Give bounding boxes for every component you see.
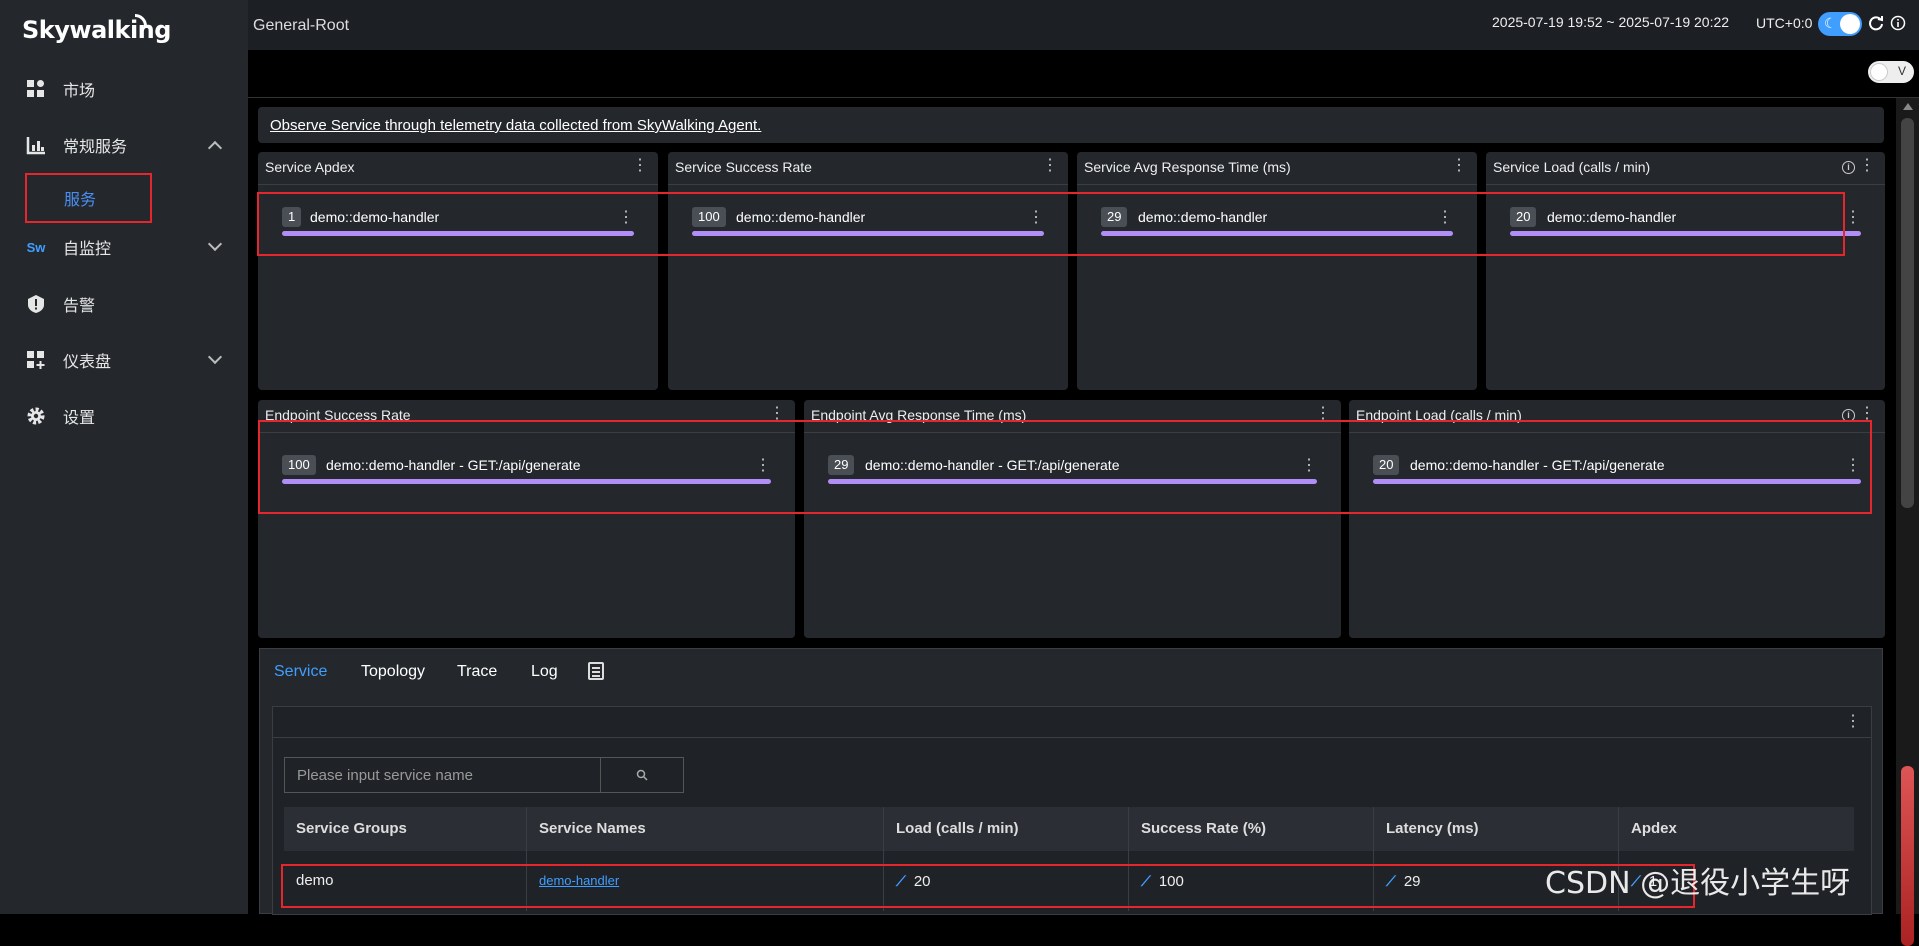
panel-title: Service Apdex: [265, 159, 355, 175]
intro-banner: Observe Service through telemetry data c…: [258, 107, 1884, 143]
watermark: CSDN @退役小学生呀: [1545, 866, 1851, 901]
sidebar-item-label: 设置: [63, 410, 96, 427]
sidebar-item-label: 告警: [63, 298, 96, 315]
app-logo[interactable]: Skywalking: [22, 16, 171, 44]
refresh-icon[interactable]: [1866, 13, 1886, 33]
panel-service-load: Service Load (calls / min) i ⋮ 20 demo::…: [1486, 152, 1885, 390]
tab-topology[interactable]: Topology: [361, 663, 425, 681]
more-vertical-icon[interactable]: ⋮: [1451, 158, 1467, 174]
gear-icon: [25, 405, 47, 427]
version-toggle-label: V: [1897, 64, 1906, 78]
theme-toggle[interactable]: ☾: [1818, 12, 1862, 36]
panel-title: Service Avg Response Time (ms): [1084, 159, 1291, 175]
divider: [1077, 184, 1477, 185]
moon-icon: ☾: [1824, 15, 1837, 31]
column-header: Load (calls / min): [884, 807, 1129, 851]
scroll-thumb[interactable]: [1901, 118, 1914, 508]
version-toggle[interactable]: V: [1868, 61, 1914, 83]
table-header: Service Groups Service Names Load (calls…: [284, 807, 1854, 851]
search-button[interactable]: [601, 758, 683, 792]
sidebar-item-alerts[interactable]: 告警: [0, 284, 248, 324]
scroll-up-icon[interactable]: [1903, 103, 1913, 110]
highlight-box: [257, 192, 1845, 256]
column-header: Service Groups: [284, 807, 527, 851]
tab-trace[interactable]: Trace: [457, 663, 497, 681]
sidebar-item-label: 仪表盘: [63, 354, 112, 371]
panel-service-success-rate: Service Success Rate ⋮ 100 demo::demo-ha…: [668, 152, 1068, 390]
panel-title: Service Success Rate: [675, 159, 812, 175]
toggle-knob: [1870, 63, 1888, 81]
document-icon[interactable]: [588, 662, 604, 680]
sidebar-item-label: 常规服务: [63, 139, 128, 156]
intro-text[interactable]: Observe Service through telemetry data c…: [270, 117, 761, 134]
dashboard-icon: [25, 349, 47, 371]
highlight-box: [281, 864, 1695, 908]
panel-service-apdex: Service Apdex ⋮ 1 demo::demo-handler ⋮: [258, 152, 658, 390]
chevron-down-icon: [207, 236, 223, 252]
tab-service[interactable]: Service: [274, 663, 327, 681]
divider: [668, 184, 1068, 185]
toggle-knob: [1840, 14, 1860, 34]
sidebar-item-label: 自监控: [63, 241, 112, 258]
sw-icon: Sw: [26, 239, 46, 255]
time-range-picker[interactable]: 2025-07-19 19:52 ~ 2025-07-19 20:22: [1492, 14, 1729, 30]
market-icon: [25, 78, 47, 100]
top-bar: General-Root 2025-07-19 19:52 ~ 2025-07-…: [248, 0, 1919, 50]
column-header: Apdex: [1631, 820, 1677, 837]
info-icon[interactable]: [1888, 13, 1908, 33]
more-vertical-icon[interactable]: ⋮: [1845, 207, 1861, 227]
column-header: Success Rate (%): [1129, 807, 1374, 851]
scroll-thumb-highlight[interactable]: [1901, 766, 1914, 946]
more-vertical-icon[interactable]: ⋮: [1042, 158, 1058, 174]
sidebar-item-label: 市场: [63, 83, 96, 100]
search-icon: [636, 769, 648, 781]
sidebar-item-self-monitoring[interactable]: Sw 自监控: [0, 227, 248, 267]
divider: [1486, 184, 1885, 185]
alert-icon: [25, 293, 47, 315]
sidebar-item-service[interactable]: 服务: [25, 173, 152, 223]
sidebar-item-market[interactable]: 市场: [0, 69, 248, 109]
panel-service-avg-response: Service Avg Response Time (ms) ⋮ 29 demo…: [1077, 152, 1477, 390]
search-input[interactable]: [285, 758, 601, 792]
more-vertical-icon[interactable]: ⋮: [632, 158, 648, 174]
timezone-label[interactable]: UTC+0:0: [1756, 15, 1812, 31]
sub-toolbar: V: [248, 50, 1919, 98]
breadcrumb[interactable]: General-Root: [253, 17, 349, 35]
divider: [273, 737, 1871, 738]
info-icon[interactable]: i: [1842, 161, 1855, 174]
sidebar-item-general-service[interactable]: 常规服务: [0, 125, 248, 165]
sidebar-item-dashboard[interactable]: 仪表盘: [0, 340, 248, 380]
divider: [258, 184, 658, 185]
tab-log[interactable]: Log: [531, 663, 558, 681]
more-vertical-icon[interactable]: ⋮: [1859, 158, 1875, 174]
column-header: Latency (ms): [1374, 807, 1619, 851]
panel-title: Service Load (calls / min): [1493, 159, 1651, 175]
chevron-up-icon: [207, 140, 223, 156]
more-vertical-icon[interactable]: ⋮: [1845, 711, 1861, 731]
sidebar: Skywalking 市场 常规服务 服务 Sw 自监控 告警 仪表盘 设置: [0, 0, 248, 914]
highlight-box: [258, 420, 1872, 514]
sidebar-item-settings[interactable]: 设置: [0, 396, 248, 436]
scrollbar[interactable]: [1896, 98, 1919, 946]
chart-icon: [25, 134, 47, 156]
chevron-down-icon: [207, 349, 223, 365]
service-search: [284, 757, 684, 793]
sidebar-item-label: 服务: [64, 192, 97, 209]
column-header: Service Names: [527, 807, 884, 851]
